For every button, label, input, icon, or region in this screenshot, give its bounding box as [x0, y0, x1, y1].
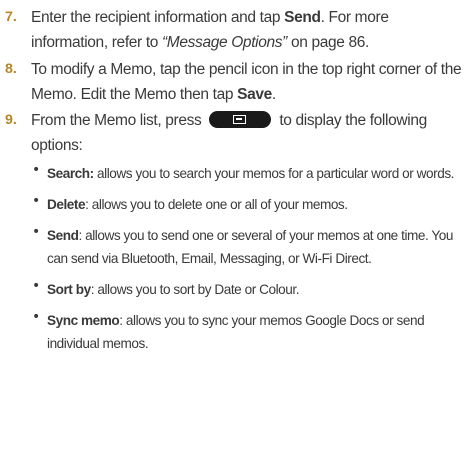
step-text-part: From the Memo list, press — [31, 112, 206, 129]
option-term: Sort by — [47, 282, 91, 297]
step-text-part: Enter the recipient information and tap — [31, 9, 285, 26]
bullet-icon: • — [32, 224, 41, 240]
options-list: • Search: allows you to search your memo… — [31, 162, 471, 355]
list-item: • Sort by: allows you to sort by Date or… — [31, 278, 471, 301]
option-term: Send — [47, 228, 79, 243]
bullet-icon: • — [32, 193, 41, 209]
option-description: : allows you to sort by Date or Colour. — [90, 282, 300, 297]
option-term: Search: — [47, 166, 94, 181]
cross-reference: “Message Options” — [162, 33, 287, 51]
bullet-icon: • — [32, 162, 41, 178]
menu-key-icon — [209, 111, 272, 128]
step-bold-term: Send — [284, 9, 321, 26]
option-term: Delete — [47, 197, 86, 212]
bullet-icon: • — [32, 278, 41, 294]
list-item: • Send: allows you to send one or severa… — [31, 224, 471, 270]
option-term: Sync memo — [47, 313, 120, 328]
option-description: : allows you to send one or several of y… — [47, 228, 453, 266]
step-text-part: on page 86. — [287, 33, 369, 51]
menu-glyph-icon — [233, 115, 247, 124]
bullet-icon: • — [32, 309, 41, 325]
list-item: • Sync memo: allows you to sync your mem… — [31, 309, 471, 355]
step-number: 9. — [5, 112, 17, 128]
step-text: From the Memo list, press to display the… — [31, 109, 469, 158]
step-text: Enter the recipient information and tap … — [31, 6, 469, 55]
option-description: : allows you to delete one or all of you… — [85, 197, 348, 212]
list-item: • Search: allows you to search your memo… — [31, 162, 471, 185]
step-number: 7. — [5, 9, 17, 25]
step-bold-term: Save — [237, 85, 272, 103]
step-number: 8. — [5, 61, 17, 77]
step-text: To modify a Memo, tap the pencil icon in… — [31, 58, 469, 107]
list-item: • Delete: allows you to delete one or al… — [31, 193, 471, 216]
option-description: allows you to search your memos for a pa… — [93, 166, 455, 181]
step-text-part: . — [271, 85, 276, 103]
manual-page: 7. Enter the recipient information and t… — [0, 0, 472, 449]
